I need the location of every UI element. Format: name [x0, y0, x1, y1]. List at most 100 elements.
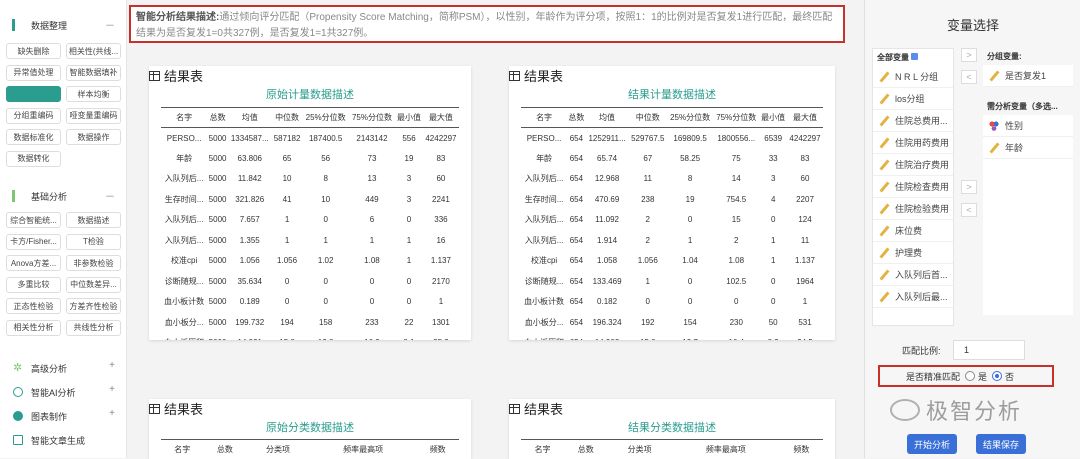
banner-label: 智能分析结果描述:: [136, 12, 219, 23]
variable-item[interactable]: 住院检查费用: [873, 176, 953, 198]
card-subtitle: 结果计量数据描述: [509, 86, 835, 102]
exact-yes-radio[interactable]: [965, 371, 975, 381]
sidebar-tool-button[interactable]: 中位数差异...: [66, 277, 121, 293]
sidebar-tool-button[interactable]: 数据转化: [6, 151, 61, 167]
table-cell: 5000: [207, 312, 228, 333]
watermark-text: 极智分析: [926, 394, 1022, 426]
move-left-button[interactable]: <: [961, 203, 977, 217]
table-cell: 0: [759, 271, 787, 292]
sidebar-tool-button[interactable]: 共线性分析: [66, 320, 121, 336]
variable-item[interactable]: los分组: [873, 88, 953, 110]
table-row: 血小板分...654196.32419215423050531: [521, 312, 823, 333]
column-header: 中位数: [272, 108, 303, 128]
basic-section-icon: [12, 190, 15, 202]
sidebar-tool-button[interactable]: 哑变量重编码: [66, 108, 121, 124]
variable-item[interactable]: 性别: [983, 115, 1073, 137]
variable-label: los分组: [895, 92, 925, 105]
sidebar-tool-button[interactable]: 多重比较: [6, 277, 61, 293]
exact-no-radio[interactable]: [992, 371, 1002, 381]
start-analysis-button[interactable]: 开始分析: [907, 434, 957, 454]
variable-item[interactable]: 入队列后最...: [873, 286, 953, 308]
table-cell: 529767.5: [629, 128, 668, 149]
table-cell: 16: [423, 230, 459, 251]
table-row: 血小板压积500014.93115.812.816.38.125.2: [161, 333, 459, 341]
sidebar-tool-button[interactable]: 相关性(共线...: [66, 43, 121, 59]
match-ratio-input[interactable]: 1: [953, 340, 1025, 360]
sidebar-tool-button[interactable]: 缺失删除: [6, 43, 61, 59]
table-cell: 2207: [787, 189, 823, 210]
original-numeric-table: 名字总数均值中位数25%分位数75%分位数最小值最大值PERSO...50001…: [161, 107, 459, 340]
variable-item[interactable]: 住院总费用...: [873, 110, 953, 132]
table-cell: 194: [272, 312, 303, 333]
all-variables-list[interactable]: 全部变量 N R L 分组los分组住院总费用...住院用药费用住院治疗费用住院…: [872, 48, 954, 326]
sidebar-tool-button[interactable]: 非参数检验: [66, 255, 121, 271]
table-cell: 年龄: [521, 148, 567, 169]
table-cell: 83: [787, 148, 823, 169]
table-cell: 19: [395, 148, 423, 169]
variable-item[interactable]: 是否复发1: [983, 65, 1073, 87]
variable-item[interactable]: N R L 分组: [873, 66, 953, 88]
table-row: 血小板计数6540.18200001: [521, 292, 823, 313]
sidebar-tool-button[interactable]: [6, 86, 61, 102]
all-variables-label: 全部变量: [877, 53, 909, 62]
variable-item[interactable]: 床位费: [873, 220, 953, 242]
sidebar-tool-button[interactable]: 正态性检验: [6, 298, 61, 314]
variable-item[interactable]: 入队列后首...: [873, 264, 953, 286]
sidebar-section-advanced[interactable]: ✲ 高级分析 +: [0, 357, 127, 379]
pencil-icon: [989, 71, 999, 81]
move-right-button[interactable]: >: [961, 180, 977, 194]
table-cell: 0: [667, 292, 713, 313]
sidebar-tool-button[interactable]: Anova方差...: [6, 255, 61, 271]
sidebar-tool-button[interactable]: 异常值处理: [6, 65, 61, 81]
sidebar-tool-button[interactable]: T检验: [66, 234, 121, 250]
sidebar-tool-button[interactable]: 样本均衡: [66, 86, 121, 102]
table-cell: 1: [395, 251, 423, 272]
table-cell: 1.137: [787, 251, 823, 272]
pencil-icon: [879, 204, 889, 214]
variable-item[interactable]: 住院用药费用: [873, 132, 953, 154]
sidebar-section-label: 图表制作: [31, 410, 67, 423]
sidebar-tool-button[interactable]: 卡方/Fisher...: [6, 234, 61, 250]
expand-icon: +: [109, 408, 115, 419]
original-categorical-table: 名字总数分类项频率最高项频数: [161, 439, 459, 459]
variable-selection-panel: 变量选择 全部变量 N R L 分组los分组住院总费用...住院用药费用住院治…: [864, 0, 1080, 458]
save-result-button[interactable]: 结果保存: [976, 434, 1026, 454]
table-cell: 133.469: [586, 271, 629, 292]
sidebar-section-smart-ai[interactable]: 智能AI分析 +: [0, 381, 127, 403]
column-header: 频率最高项: [672, 440, 780, 459]
analysis-variables-label: 需分析变量（多选...: [983, 98, 1073, 115]
sidebar-tool-button[interactable]: 数据操作: [66, 129, 121, 145]
table-cell: 12.7: [667, 333, 713, 341]
sidebar-tool-button[interactable]: 综合智能统...: [6, 212, 61, 228]
variable-label: 住院检查费用: [895, 180, 949, 193]
sidebar-tool-button[interactable]: 数据描述: [66, 212, 121, 228]
wechat-icon: [890, 399, 920, 421]
column-header: 总数: [204, 440, 247, 459]
sidebar-tool-button[interactable]: 相关性分析: [6, 320, 61, 336]
sidebar-section-charts[interactable]: 图表制作 +: [0, 405, 127, 427]
group-variable-box[interactable]: 分组变量: 是否复发1: [983, 48, 1073, 92]
variable-item[interactable]: 住院检验费用: [873, 198, 953, 220]
variable-label: 护理费: [895, 246, 922, 259]
pencil-icon: [879, 138, 889, 148]
table-cell: 4: [759, 189, 787, 210]
table-cell: 校准cpi: [161, 251, 207, 272]
sidebar-tool-button[interactable]: 数据标准化: [6, 129, 61, 145]
table-row: 入队列后...500011.84210813360: [161, 169, 459, 190]
sidebar-section-data[interactable]: 数据整理 －: [0, 14, 127, 36]
variable-item[interactable]: 住院治疗费用: [873, 154, 953, 176]
table-cell: 12.968: [586, 169, 629, 190]
sidebar-section-article[interactable]: 智能文章生成: [0, 429, 127, 451]
table-cell: 入队列后...: [521, 230, 567, 251]
sidebar-tool-button[interactable]: 分组重编码: [6, 108, 61, 124]
variable-item[interactable]: 年龄: [983, 137, 1073, 159]
sidebar-tool-button[interactable]: 智能数据填补: [66, 65, 121, 81]
column-header: 总数: [207, 108, 228, 128]
sidebar-section-basic[interactable]: 基础分析 －: [0, 185, 127, 207]
sidebar-tool-button[interactable]: 方差齐性检验: [66, 298, 121, 314]
move-right-button[interactable]: >: [961, 48, 977, 62]
move-left-button[interactable]: <: [961, 70, 977, 84]
card-title: 结果表: [524, 399, 563, 418]
variable-item[interactable]: 护理费: [873, 242, 953, 264]
analysis-variables-box[interactable]: 需分析变量（多选... 性别年龄: [983, 98, 1073, 326]
